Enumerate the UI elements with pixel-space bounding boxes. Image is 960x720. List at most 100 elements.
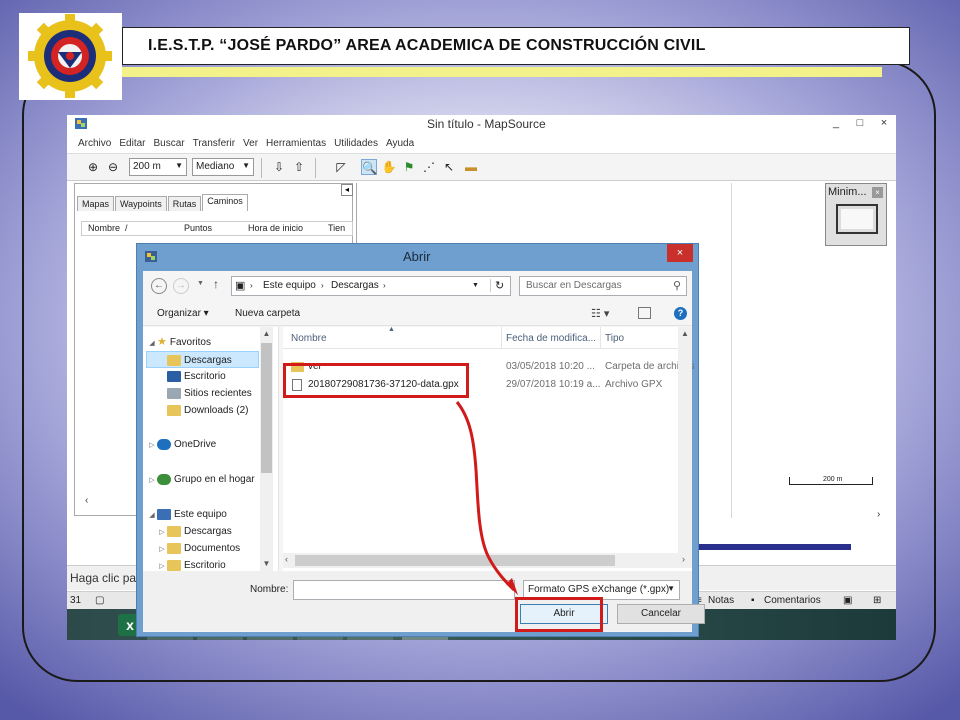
search-input[interactable]: Buscar en Descargas ⚲ (519, 276, 687, 296)
recent-locations-icon[interactable]: ▼ (197, 280, 204, 287)
scroll-up-icon[interactable]: ▲ (260, 329, 273, 338)
filename-input[interactable] (293, 580, 515, 600)
normal-view-icon[interactable]: ▣ (843, 595, 852, 606)
send-to-device-icon[interactable]: ⇧ (291, 159, 307, 175)
nav-item-sitios-recientes[interactable]: Sitios recientes (167, 385, 252, 402)
collapse-arrow-icon[interactable]: ◢ (147, 507, 157, 524)
help-icon[interactable]: ? (674, 307, 687, 320)
up-icon[interactable]: ↑ (213, 277, 219, 291)
scroll-left-icon[interactable]: ‹ (285, 554, 288, 564)
tab-waypoints[interactable]: Waypoints (115, 196, 167, 211)
search-icon[interactable]: ⚲ (673, 279, 681, 292)
close-icon[interactable]: × (667, 244, 693, 262)
nav-pane-scrollbar[interactable]: ▲ ▼ (260, 327, 273, 571)
view-options-icon[interactable]: ☷ ▾ (591, 307, 609, 320)
notes-button[interactable]: Notas (708, 595, 734, 606)
detail-select[interactable]: Mediano ▼ (192, 158, 254, 176)
menu-herramientas[interactable]: Herramientas (266, 135, 326, 152)
slide-sorter-icon[interactable]: ⊞ (873, 595, 881, 606)
menu-transferir[interactable]: Transferir (193, 135, 235, 152)
maximize-icon[interactable]: □ (848, 115, 872, 131)
tab-rutas[interactable]: Rutas (167, 196, 202, 211)
nav-item-escritorio[interactable]: Escritorio (167, 368, 226, 385)
progress-indicator (697, 544, 851, 550)
menu-buscar[interactable]: Buscar (153, 135, 184, 152)
column-header-puntos[interactable]: Puntos (184, 223, 212, 233)
column-header-tiempo[interactable]: Tien (328, 223, 345, 233)
hand-tool-icon[interactable]: ✋ (381, 159, 397, 175)
nav-homegroup[interactable]: ▷ Grupo en el hogar (147, 471, 255, 488)
close-window-icon[interactable]: × (872, 115, 896, 131)
column-header-nombre[interactable]: Nombre (88, 223, 120, 233)
column-header-name[interactable]: Nombre (291, 333, 327, 344)
breadcrumb-este-equipo[interactable]: Este equipo (263, 280, 316, 291)
route-tool-icon[interactable]: ⋰ (421, 159, 437, 175)
zoom-out-icon[interactable]: ⊖ (105, 159, 121, 175)
cancel-button[interactable]: Cancelar (617, 604, 705, 624)
select-tool-icon[interactable]: ◸ (333, 159, 349, 175)
column-separator[interactable] (600, 327, 601, 349)
new-folder-button[interactable]: Nueva carpeta (235, 308, 300, 319)
nav-item-label: Escritorio (184, 560, 226, 571)
file-list-hscroll[interactable]: ‹ › (283, 553, 692, 568)
forward-icon[interactable]: → (173, 278, 189, 294)
chevron-down-icon[interactable]: ▼ (472, 282, 479, 289)
collapse-arrow-icon[interactable]: ◢ (147, 335, 157, 352)
nav-homegroup-label: Grupo en el hogar (174, 474, 255, 485)
measure-tool-icon[interactable]: ▬ (463, 159, 479, 175)
breadcrumb-descargas[interactable]: Descargas (331, 280, 379, 291)
banner-accent-stripe (122, 67, 882, 77)
column-separator[interactable] (501, 327, 502, 349)
organize-button[interactable]: Organizar ▾ (157, 308, 209, 319)
preview-pane-icon[interactable] (638, 307, 651, 319)
zoom-select[interactable]: 200 m ▼ (129, 158, 187, 176)
pointer-icon[interactable]: ↖ (441, 159, 457, 175)
address-bar[interactable]: ▣ › Este equipo › Descargas › ▼ ↻ (231, 276, 511, 296)
file-list-vscroll[interactable]: ▲ (678, 327, 692, 553)
nav-item-descargas[interactable]: Descargas (146, 351, 259, 368)
scroll-up-icon[interactable]: ▲ (681, 329, 689, 338)
zoom-tool-icon[interactable]: 🔍 (361, 159, 377, 175)
nav-item-label: Downloads (2) (184, 405, 249, 416)
close-icon[interactable]: × (872, 187, 883, 198)
scroll-right-icon[interactable]: › (682, 554, 685, 564)
scroll-left-icon[interactable]: ‹ (85, 495, 88, 506)
expand-arrow-icon[interactable]: ▷ (147, 472, 157, 489)
column-header-type[interactable]: Tipo (605, 333, 624, 344)
menu-ver[interactable]: Ver (243, 135, 258, 152)
nav-item-downloads-2[interactable]: Downloads (2) (167, 402, 248, 419)
status-text: Haga clic pa (70, 571, 137, 585)
expand-arrow-icon[interactable]: ▷ (157, 524, 167, 541)
scroll-thumb[interactable] (261, 343, 272, 473)
menu-utilidades[interactable]: Utilidades (334, 135, 378, 152)
refresh-icon[interactable]: ↻ (490, 279, 504, 292)
taskbar-file-explorer[interactable] (67, 609, 77, 640)
nav-pc-documentos[interactable]: ▷ Documentos (157, 540, 240, 557)
scroll-down-icon[interactable]: ▼ (260, 559, 273, 568)
proofing-icon[interactable]: ▢ (95, 595, 104, 606)
nav-onedrive[interactable]: ▷ OneDrive (147, 436, 216, 453)
overview-viewport[interactable] (836, 204, 878, 234)
menu-editar[interactable]: Editar (119, 135, 145, 152)
tab-caminos[interactable]: Caminos (202, 194, 248, 211)
waypoint-tool-icon[interactable]: ⚑ (401, 159, 417, 175)
receive-from-device-icon[interactable]: ⇩ (271, 159, 287, 175)
menu-archivo[interactable]: Archivo (78, 135, 111, 152)
scroll-thumb[interactable] (295, 555, 615, 566)
minimize-icon[interactable]: _ (824, 115, 848, 131)
tracks-table-header: Nombre / Puntos Hora de inicio Tien (81, 221, 353, 236)
tab-mapas[interactable]: Mapas (77, 196, 115, 211)
zoom-in-icon[interactable]: ⊕ (85, 159, 101, 175)
column-header-hora-inicio[interactable]: Hora de inicio (248, 223, 303, 233)
nav-this-pc[interactable]: ◢ Este equipo (147, 506, 227, 523)
comments-button[interactable]: Comentarios (764, 595, 821, 606)
expand-arrow-icon[interactable]: ▷ (147, 437, 157, 454)
column-header-date[interactable]: Fecha de modifica... (506, 333, 596, 344)
collapse-panel-icon[interactable]: ◂ (341, 184, 353, 196)
menu-ayuda[interactable]: Ayuda (386, 135, 414, 152)
nav-pc-descargas[interactable]: ▷ Descargas (157, 523, 232, 540)
back-icon[interactable]: ← (151, 278, 167, 294)
expand-arrow-icon[interactable]: ▷ (157, 541, 167, 558)
scroll-right-icon[interactable]: › (877, 509, 880, 520)
nav-favorites[interactable]: ◢ ★ Favoritos (147, 334, 211, 351)
